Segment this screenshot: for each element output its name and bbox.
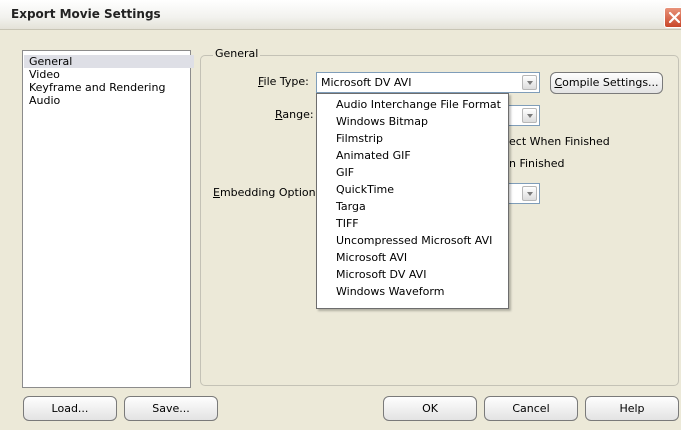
file-type-label-text: ile Type: — [263, 75, 309, 88]
file-type-label: File Type: — [258, 75, 309, 88]
chevron-down-icon[interactable] — [522, 108, 537, 123]
window-title: Export Movie Settings — [11, 7, 161, 21]
ok-button[interactable]: OK — [383, 396, 477, 421]
sidebar-item-keyframe-rendering[interactable]: Keyframe and Rendering — [27, 81, 167, 94]
title-bar: Export Movie Settings — [0, 0, 681, 30]
file-type-dropdown-list[interactable]: Audio Interchange File Format Windows Bi… — [316, 93, 509, 309]
file-type-option[interactable]: Windows Bitmap — [336, 114, 428, 130]
compile-settings-label: ompile Settings... — [562, 76, 659, 89]
file-type-option[interactable]: Animated GIF — [336, 148, 411, 164]
chevron-down-icon[interactable] — [522, 75, 537, 90]
chevron-down-icon[interactable] — [522, 186, 537, 201]
file-type-value: Microsoft DV AVI — [321, 76, 412, 89]
compile-settings-mnemonic: C — [554, 76, 563, 89]
file-type-option[interactable]: GIF — [336, 165, 354, 181]
range-label: Range: — [275, 108, 314, 121]
save-button[interactable]: Save... — [124, 396, 218, 421]
embedding-label-mnemonic: E — [213, 186, 220, 199]
file-type-option[interactable]: TIFF — [336, 216, 359, 232]
compile-settings-button[interactable]: Compile Settings... — [550, 72, 663, 94]
general-group-label: General — [213, 47, 261, 60]
file-type-option[interactable]: Audio Interchange File Format — [336, 97, 501, 113]
close-icon — [668, 11, 681, 24]
help-button[interactable]: Help — [585, 396, 679, 421]
file-type-option[interactable]: QuickTime — [336, 182, 394, 198]
file-type-option[interactable]: Targa — [336, 199, 366, 215]
sidebar-item-general[interactable]: General — [24, 55, 194, 68]
file-type-select[interactable]: Microsoft DV AVI — [316, 72, 540, 93]
settings-category-list[interactable]: General Video Keyframe and Rendering Aud… — [22, 50, 194, 388]
cancel-button[interactable]: Cancel — [484, 396, 578, 421]
option-open-when-finished[interactable]: ect When Finished — [509, 135, 610, 148]
range-label-text: ange: — [282, 108, 314, 121]
option-beep-when-finished[interactable]: n Finished — [509, 157, 565, 170]
embedding-label-text: mbedding Options: — [219, 186, 326, 199]
file-type-option[interactable]: Windows Waveform — [336, 284, 444, 300]
file-type-option[interactable]: Microsoft AVI — [336, 250, 407, 266]
sidebar-item-audio[interactable]: Audio — [27, 94, 62, 107]
file-type-option[interactable]: Uncompressed Microsoft AVI — [336, 233, 492, 249]
embedding-options-label: Embedding Options: — [213, 186, 325, 199]
load-button[interactable]: Load... — [23, 396, 117, 421]
sidebar-item-video[interactable]: Video — [27, 68, 62, 81]
file-type-option[interactable]: Filmstrip — [336, 131, 383, 147]
file-type-option[interactable]: Microsoft DV AVI — [336, 267, 426, 283]
close-button[interactable] — [664, 7, 681, 28]
